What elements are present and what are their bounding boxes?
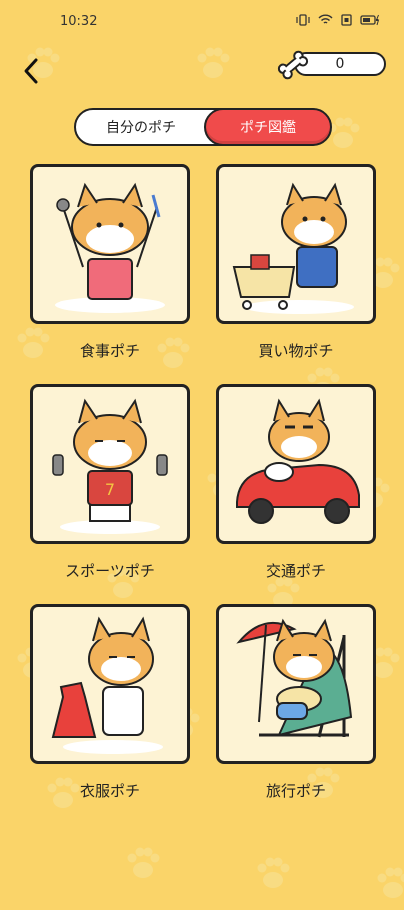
card-clothes[interactable]: 衣服ポチ [30,604,190,801]
card-shopping[interactable]: 買い物ポチ [216,164,376,361]
vibrate-icon [296,14,310,26]
card-label: 買い物ポチ [216,340,376,361]
sim-icon [341,14,352,26]
status-time: 10:32 [60,14,97,29]
card-image-frame [216,604,376,764]
shiba-shopping-cart-icon [219,167,373,321]
shiba-car-icon [219,387,373,541]
paw-print-icon [370,860,404,906]
card-image-frame [216,384,376,544]
tab-pochi-encyclopedia[interactable]: ポチ図鑑 [204,108,332,146]
card-label: スポーツポチ [30,560,190,581]
card-transport[interactable]: 交通ポチ [216,384,376,581]
shiba-beach-chair-icon [219,607,373,761]
paw-print-icon [250,850,296,896]
shiba-dining-icon [33,167,187,321]
shiba-sports-dumbbell-icon: 7 [33,387,187,541]
card-label: 衣服ポチ [30,780,190,801]
card-travel[interactable]: 旅行ポチ [216,604,376,801]
card-dining[interactable]: 食事ポチ [30,164,190,361]
back-button[interactable] [14,54,48,88]
paw-print-icon [120,840,166,886]
card-image-frame: 7 [30,384,190,544]
chevron-left-icon [20,56,42,86]
card-image-frame [30,164,190,324]
bone-icon [276,48,310,82]
wifi-icon [318,14,333,26]
battery-icon [360,14,380,26]
bone-counter[interactable]: 0 [276,50,388,80]
card-image-frame [30,604,190,764]
status-icons [296,14,380,26]
card-image-frame [216,164,376,324]
shiba-clothes-icon [33,607,187,761]
svg-text:7: 7 [105,480,115,499]
bone-count: 0 [336,56,345,72]
card-label: 旅行ポチ [216,780,376,801]
segmented-tabs: 自分のポチ ポチ図鑑 [74,108,330,146]
tab-my-pochi[interactable]: 自分のポチ [76,108,206,146]
card-label: 食事ポチ [30,340,190,361]
status-bar: 10:32 [0,0,404,44]
paw-print-icon [190,40,236,86]
card-sports[interactable]: 7 スポーツポチ [30,384,190,581]
card-label: 交通ポチ [216,560,376,581]
